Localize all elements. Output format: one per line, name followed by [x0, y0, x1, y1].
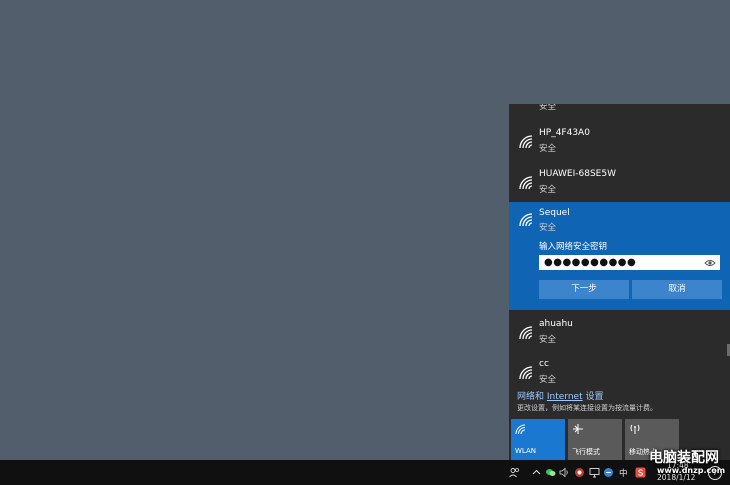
network-name: HUAWEI-68SE5W — [539, 169, 616, 179]
network-status: 安全 — [539, 375, 557, 385]
wifi-icon — [519, 366, 533, 380]
password-value: ●●●●●●●●●● — [544, 257, 637, 268]
sogou-icon[interactable] — [635, 467, 646, 478]
notification-center-icon[interactable]: 7 — [708, 466, 722, 480]
cancel-button[interactable]: 取消 — [632, 280, 722, 299]
next-button[interactable]: 下一步 — [539, 280, 629, 299]
ime-indicator[interactable]: 中 — [619, 467, 628, 479]
network-name: cc — [539, 359, 549, 369]
volume-icon[interactable] — [559, 467, 570, 478]
network-status: 安全 — [539, 144, 557, 154]
settings-link-part2: Internet — [546, 392, 583, 402]
wifi-icon — [515, 424, 526, 435]
monitor-icon[interactable] — [589, 467, 600, 478]
network-item-ahuahu[interactable]: ahuahu 安全 — [509, 313, 730, 353]
airplane-icon — [573, 424, 583, 434]
settings-link-part1: 网络和 — [517, 392, 547, 402]
tile-label: WLAN — [515, 447, 537, 455]
settings-link-part3: 设置 — [582, 392, 604, 402]
wifi-icon — [519, 213, 533, 227]
hotspot-icon — [630, 424, 640, 434]
network-status: 安全 — [539, 185, 557, 195]
password-input[interactable]: ●●●●●●●●●● — [539, 255, 720, 270]
network-status: 安全 — [539, 335, 557, 345]
wlan-toggle[interactable]: WLAN — [511, 419, 565, 460]
taskbar: 中 17:48 2018/1/12 — [0, 460, 730, 485]
network-name: ahuahu — [539, 319, 573, 329]
settings-description: 更改设置，例如将某连接设置为按流量计费。 — [517, 404, 657, 412]
airplane-mode-toggle[interactable]: 飞行模式 — [568, 419, 622, 460]
wifi-icon — [519, 135, 533, 149]
watermark-title: 电脑装配网 — [649, 450, 719, 466]
wifi-icon — [519, 326, 533, 340]
network-name: HP_4F43A0 — [539, 128, 590, 138]
network-status: 安全 — [539, 104, 557, 112]
network-status: 安全 — [539, 223, 557, 233]
eye-icon[interactable] — [704, 258, 716, 268]
network-item-hp[interactable]: HP_4F43A0 安全 — [509, 122, 730, 162]
network-name: Sequel — [539, 208, 570, 218]
network-item-sequel-expanded: Sequel 安全 输入网络安全密钥 ●●●●●●●●●● 下一步 取消 — [509, 202, 730, 310]
network-flyout: 安全 HP_4F43A0 安全 HUAWEI-68SE5W 安全 Sequel … — [509, 104, 730, 460]
chevron-up-icon[interactable] — [531, 467, 542, 478]
app-tray-icon[interactable] — [574, 467, 585, 478]
tile-label: 飞行模式 — [572, 448, 600, 456]
network-settings-link[interactable]: 网络和 Internet 设置 — [517, 389, 604, 402]
wifi-icon — [519, 176, 533, 190]
network-item-huawei[interactable]: HUAWEI-68SE5W 安全 — [509, 163, 730, 203]
wechat-icon[interactable] — [545, 467, 556, 478]
people-icon[interactable] — [509, 467, 520, 478]
browser-icon[interactable] — [603, 467, 614, 478]
password-label: 输入网络安全密钥 — [539, 242, 608, 252]
network-item-cc[interactable]: cc 安全 — [509, 353, 730, 393]
